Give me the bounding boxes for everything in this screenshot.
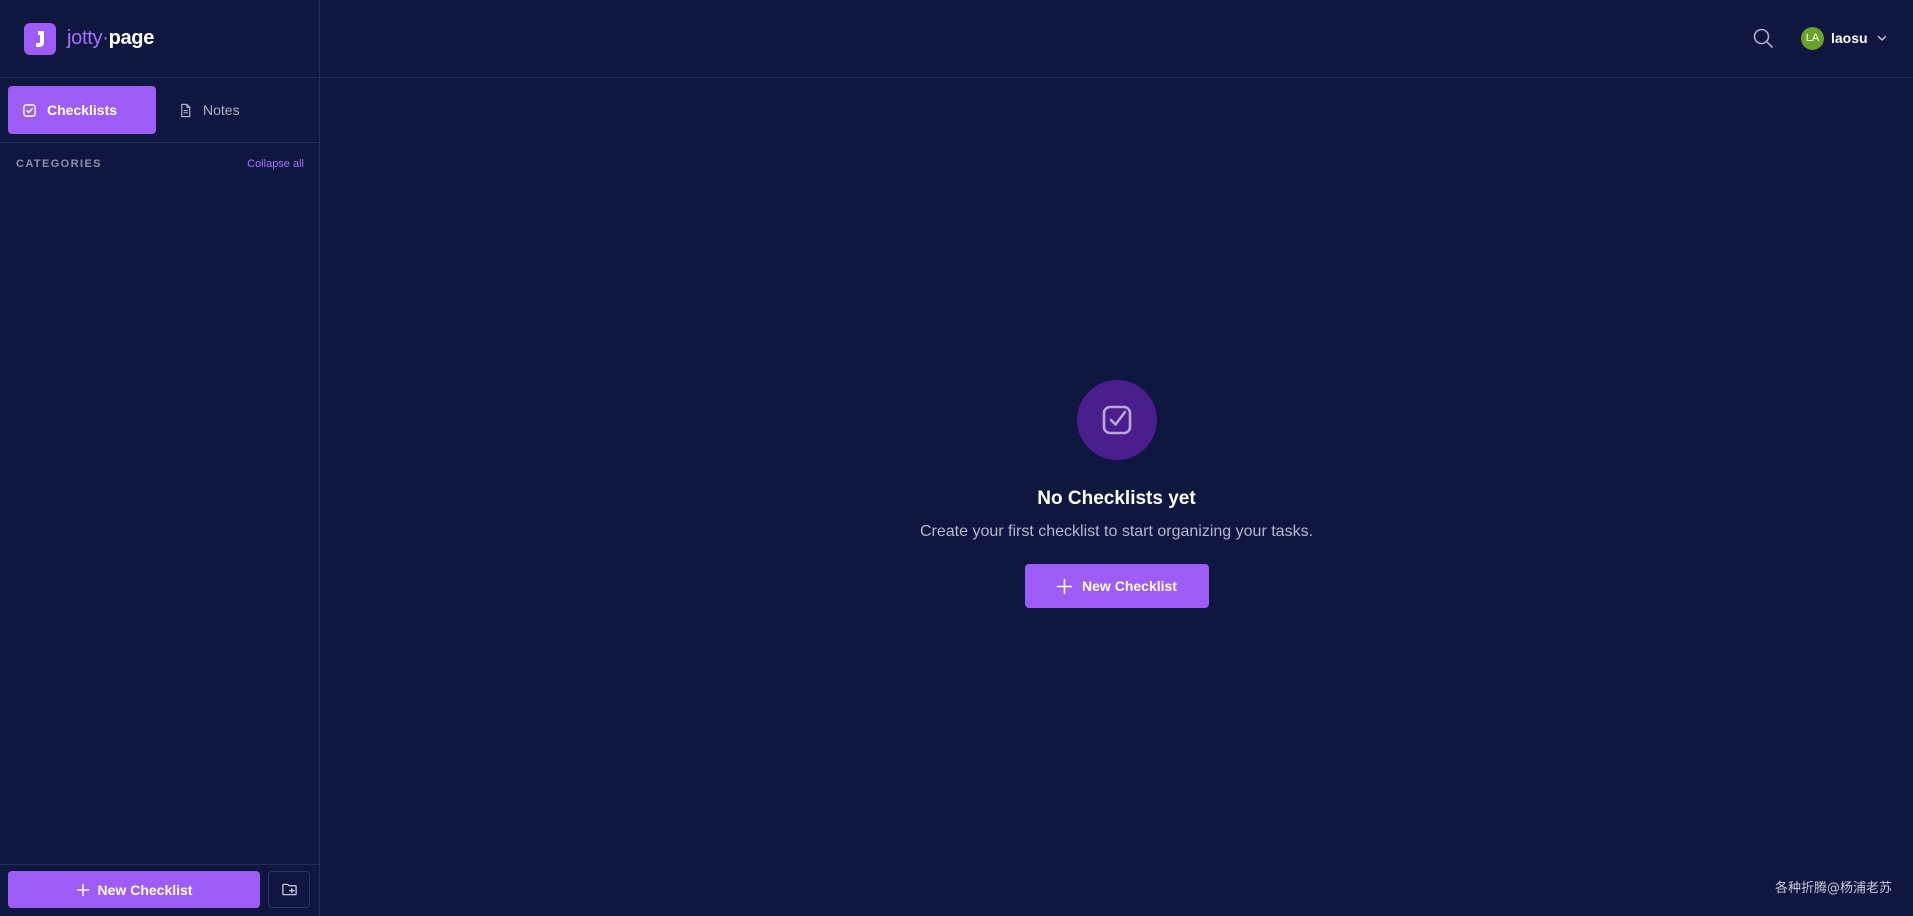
watermark: 各种折腾@杨浦老苏 (1774, 881, 1892, 896)
empty-state-title: No Checklists yet (1037, 488, 1196, 509)
tab-checklists-label: Checklists (47, 102, 118, 118)
brand-name-part2: page (108, 27, 155, 49)
new-checklist-label: New Checklist (1082, 578, 1177, 594)
empty-state-subtitle: Create your first checklist to start org… (919, 523, 1314, 540)
mode-tabs: Checklists Notes (0, 78, 320, 143)
brand[interactable]: jotty·page (0, 0, 320, 78)
sidebar-new-checklist-label: New Checklist (97, 881, 193, 898)
search-icon (1753, 28, 1773, 48)
brand-name-part1: jotty (67, 27, 103, 49)
empty-state: No Checklists yet Create your first chec… (320, 380, 1913, 608)
sidebar-new-checklist-button[interactable]: New Checklist (8, 871, 260, 908)
new-category-button[interactable] (268, 871, 310, 908)
chevron-down-icon (1877, 35, 1886, 41)
logo-icon (24, 22, 56, 55)
user-menu[interactable]: LA laosu (1801, 25, 1888, 51)
tab-notes[interactable]: Notes (164, 86, 312, 134)
avatar: LA (1801, 26, 1824, 50)
plus-icon (1056, 578, 1073, 594)
sidebar: jotty·page Checklists Notes CATEGORIES C… (0, 0, 320, 916)
search-button[interactable] (1751, 26, 1775, 50)
tab-notes-label: Notes (203, 102, 240, 118)
folder-plus-icon (281, 883, 297, 896)
sidebar-footer: New Checklist (0, 864, 320, 916)
checkbox-icon (23, 103, 36, 117)
collapse-all-button[interactable]: Collapse all (247, 158, 304, 170)
new-checklist-button[interactable]: New Checklist (1024, 564, 1209, 608)
plus-icon (76, 883, 89, 896)
document-icon (181, 103, 191, 117)
username: laosu (1831, 30, 1868, 46)
checkbox-icon (1076, 380, 1157, 460)
brand-name: jotty·page (67, 27, 154, 50)
categories-title: CATEGORIES (16, 158, 102, 170)
tab-checklists[interactable]: Checklists (8, 86, 156, 134)
top-bar: LA laosu (320, 0, 1913, 78)
categories-header: CATEGORIES Collapse all (16, 158, 304, 170)
app: jotty·page Checklists Notes CATEGORIES C… (0, 0, 1913, 916)
